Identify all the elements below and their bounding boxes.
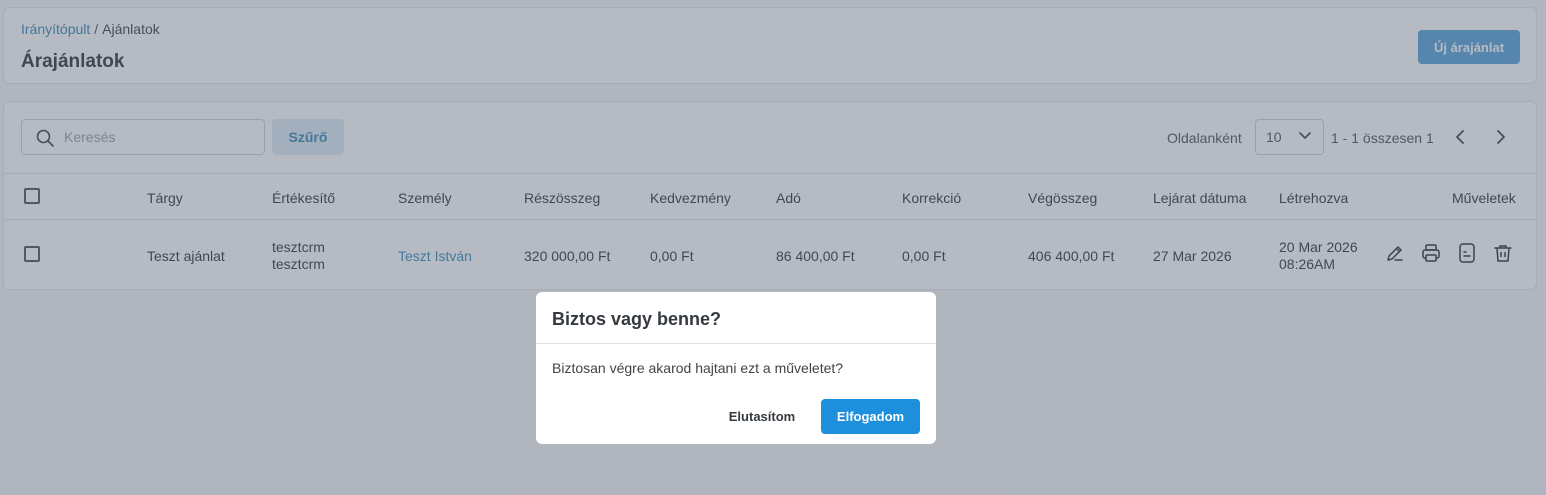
reject-button[interactable]: Elutasítom xyxy=(716,399,808,433)
dialog-message: Biztosan végre akarod hajtani ezt a műve… xyxy=(552,360,844,376)
accept-button[interactable]: Elfogadom xyxy=(821,399,920,434)
dialog-title: Biztos vagy benne? xyxy=(552,309,722,329)
dialog-divider xyxy=(536,343,936,344)
confirm-dialog: Biztos vagy benne? Biztosan végre akarod… xyxy=(536,292,936,444)
